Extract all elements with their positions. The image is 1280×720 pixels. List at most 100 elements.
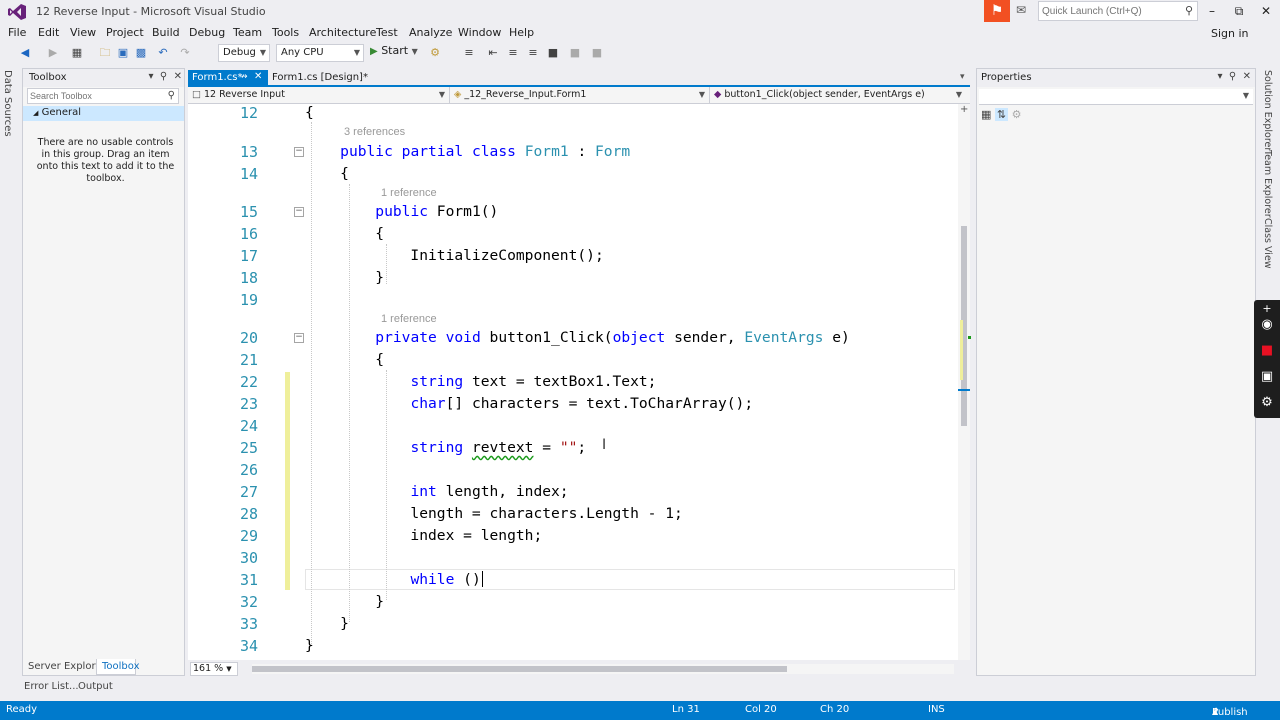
data-sources-tab[interactable]: Data Sources bbox=[2, 70, 13, 137]
menu-debug[interactable]: Debug bbox=[189, 26, 225, 39]
class-select[interactable]: ◈ _12_Reverse_Input.Form1 ▼ bbox=[450, 87, 710, 103]
toolbox-group-general[interactable]: ◢ General bbox=[23, 106, 184, 121]
navigate-back-icon[interactable]: ◀ bbox=[18, 46, 32, 60]
platform-value: Any CPU bbox=[281, 47, 324, 58]
project-select[interactable]: □ 12 Reverse Input ▼ bbox=[188, 87, 450, 103]
bookmark-icon[interactable]: ■ bbox=[546, 46, 560, 60]
line-number: 15 bbox=[239, 203, 258, 221]
search-icon[interactable]: ⚲ bbox=[168, 90, 175, 101]
uncomment-icon[interactable]: ≡ bbox=[526, 46, 540, 60]
next-bookmark-icon[interactable]: ■ bbox=[590, 46, 604, 60]
menu-file[interactable]: File bbox=[8, 26, 26, 39]
editor-vertical-scrollbar[interactable]: + bbox=[958, 104, 971, 660]
start-debugging-button[interactable]: ▶ Start ▼ bbox=[370, 44, 418, 57]
tab-label: Form1.cs* bbox=[192, 72, 243, 83]
pin-icon[interactable]: ↛ bbox=[240, 72, 248, 82]
open-file-icon[interactable]: 🗀 bbox=[98, 46, 112, 60]
quick-launch-input[interactable] bbox=[1039, 2, 1177, 20]
split-icon[interactable]: + bbox=[960, 104, 968, 115]
add-icon[interactable]: + bbox=[1260, 302, 1274, 316]
status-text: Ready bbox=[6, 704, 38, 715]
pin-icon[interactable]: ⚲ bbox=[1229, 71, 1236, 82]
menu-tools[interactable]: Tools bbox=[272, 26, 299, 39]
indent-icon[interactable]: ⇤ bbox=[486, 46, 500, 60]
quick-launch-box[interactable]: ⚲ bbox=[1038, 1, 1198, 21]
menu-test[interactable]: Test bbox=[376, 26, 398, 39]
redo-icon[interactable]: ↷ bbox=[178, 46, 192, 60]
restore-button[interactable]: ⧉ bbox=[1227, 2, 1251, 20]
collapse-region-icon[interactable]: − bbox=[294, 207, 304, 217]
minimize-button[interactable]: – bbox=[1200, 2, 1224, 20]
notification-flag-icon[interactable]: ⚑ bbox=[984, 0, 1010, 22]
toolbox-header: Toolbox ▾ ⚲ ✕ bbox=[23, 69, 184, 87]
error-list-tab[interactable]: Error List... bbox=[24, 681, 79, 692]
output-tab[interactable]: Output bbox=[78, 681, 113, 692]
close-window-button[interactable]: ✕ bbox=[1254, 2, 1278, 20]
camera-icon[interactable]: ◉ bbox=[1260, 318, 1274, 332]
codelens-references[interactable]: 1 reference bbox=[381, 187, 437, 199]
scrollbar-thumb[interactable] bbox=[252, 666, 787, 672]
solution-configuration-select[interactable]: Debug ▼ bbox=[218, 44, 270, 62]
navigation-bar: □ 12 Reverse Input ▼ ◈ _12_Reverse_Input.… bbox=[188, 87, 970, 104]
alphabetical-icon[interactable]: ⇅ bbox=[994, 108, 1009, 121]
tab-overflow-icon[interactable]: ▾ bbox=[960, 72, 965, 82]
chevron-down-icon: ▼ bbox=[438, 90, 445, 99]
menu-analyze[interactable]: Analyze bbox=[409, 26, 452, 39]
undo-icon[interactable]: ↶ bbox=[156, 46, 170, 60]
collapse-region-icon[interactable]: − bbox=[294, 147, 304, 157]
class-view-tab[interactable]: Class View bbox=[1262, 218, 1273, 269]
close-icon[interactable]: ✕ bbox=[1243, 71, 1251, 82]
toolbox-search-box[interactable]: ⚲ bbox=[27, 88, 179, 104]
class-icon: ◈ bbox=[454, 89, 462, 100]
menu-architecture[interactable]: Architecture bbox=[309, 26, 376, 39]
codelens-references[interactable]: 3 references bbox=[344, 126, 405, 138]
team-explorer-tab[interactable]: Team Explorer bbox=[1262, 150, 1273, 218]
properties-object-select[interactable]: ▼ bbox=[979, 89, 1253, 105]
code-line: { bbox=[305, 225, 385, 242]
menu-build[interactable]: Build bbox=[152, 26, 180, 39]
comment-icon[interactable]: ≡ bbox=[506, 46, 520, 60]
sign-in-link[interactable]: Sign in bbox=[1211, 27, 1249, 40]
categorized-icon[interactable]: ▦ bbox=[981, 108, 991, 121]
code-line: string revtext = ""; bbox=[410, 439, 587, 456]
tab-form1-cs[interactable]: Form1.cs* ↛ ✕ bbox=[188, 70, 268, 86]
new-project-icon[interactable]: ▦ bbox=[70, 46, 84, 60]
gear-icon[interactable]: ⚙ bbox=[1260, 396, 1274, 410]
toolbox-tab[interactable]: Toolbox bbox=[96, 659, 140, 675]
toolbox-search-input[interactable] bbox=[28, 89, 162, 103]
video-record-icon[interactable]: ■ bbox=[1260, 344, 1274, 358]
collapse-region-icon[interactable]: − bbox=[294, 333, 304, 343]
close-icon[interactable]: ✕ bbox=[254, 71, 262, 82]
navigate-forward-icon[interactable]: ▶ bbox=[46, 46, 60, 60]
server-explorer-tab[interactable]: Server Explorer bbox=[28, 661, 106, 672]
menu-edit[interactable]: Edit bbox=[38, 26, 59, 39]
property-pages-icon[interactable]: ⚙ bbox=[1012, 108, 1022, 121]
editor-horizontal-scrollbar[interactable] bbox=[252, 664, 954, 674]
menu-team[interactable]: Team bbox=[233, 26, 262, 39]
solution-explorer-tab[interactable]: Solution Explorer bbox=[1262, 70, 1273, 151]
search-icon[interactable]: ⚲ bbox=[1185, 4, 1193, 17]
menu-view[interactable]: View bbox=[70, 26, 96, 39]
dropdown-icon[interactable]: ▾ bbox=[1218, 71, 1223, 82]
menu-project[interactable]: Project bbox=[106, 26, 144, 39]
prev-bookmark-icon[interactable]: ■ bbox=[568, 46, 582, 60]
codelens-references[interactable]: 1 reference bbox=[381, 313, 437, 325]
gallery-icon[interactable]: ▣ bbox=[1260, 370, 1274, 384]
menu-window[interactable]: Window bbox=[458, 26, 501, 39]
dropdown-icon[interactable]: ▾ bbox=[149, 71, 154, 82]
code-line: while () bbox=[410, 571, 481, 588]
save-all-icon[interactable]: ▩ bbox=[134, 46, 148, 60]
code-editor[interactable]: 12 13 14 15 16 17 18 19 20 21 22 23 24 2… bbox=[188, 104, 958, 660]
zoom-level-select[interactable]: 161 % ▼ bbox=[190, 662, 238, 676]
solution-platform-select[interactable]: Any CPU ▼ bbox=[276, 44, 364, 62]
feedback-icon[interactable]: ✉ bbox=[1016, 3, 1034, 19]
tab-form1-design[interactable]: Form1.cs [Design]* bbox=[270, 70, 410, 86]
pin-icon[interactable]: ⚲ bbox=[160, 71, 167, 82]
menu-help[interactable]: Help bbox=[509, 26, 534, 39]
line-number: 20 bbox=[239, 329, 258, 347]
save-icon[interactable]: ▣ bbox=[116, 46, 130, 60]
close-icon[interactable]: ✕ bbox=[174, 71, 182, 82]
member-select[interactable]: ◆ button1_Click(object sender, EventArgs… bbox=[710, 87, 966, 103]
align-icon[interactable]: ≡ bbox=[462, 46, 476, 60]
attach-icon[interactable]: ⚙ bbox=[428, 46, 442, 60]
